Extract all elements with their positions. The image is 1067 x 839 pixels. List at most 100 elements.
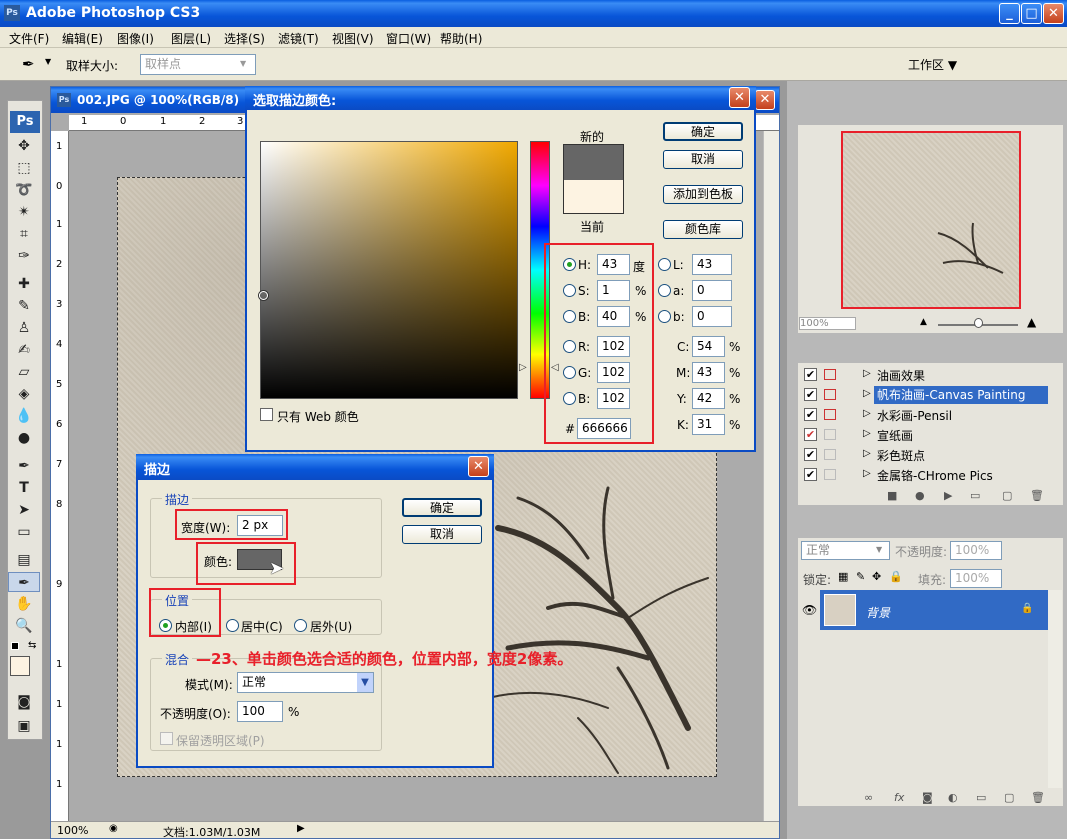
- action-dialog-icon[interactable]: [824, 449, 836, 460]
- eraser-tool-icon[interactable]: ▱: [8, 362, 40, 382]
- document-scrollbar[interactable]: [763, 131, 779, 821]
- new-set-icon[interactable]: ▭: [970, 489, 980, 502]
- status-zoom[interactable]: 100%: [57, 824, 88, 837]
- action-check[interactable]: ✔: [804, 428, 817, 441]
- foreground-color-swatch[interactable]: [10, 656, 30, 676]
- picker-ok-button[interactable]: 确定: [663, 122, 743, 141]
- magic-wand-tool-icon[interactable]: ✴: [8, 202, 40, 222]
- crop-tool-icon[interactable]: ⌗: [8, 224, 40, 244]
- menu-help[interactable]: 帮助(H): [440, 30, 482, 47]
- opacity-input[interactable]: 100: [237, 701, 283, 722]
- layer-opacity-input[interactable]: 100%: [950, 541, 1002, 560]
- action-dialog-icon[interactable]: [824, 389, 836, 400]
- current-color-swatch[interactable]: [563, 180, 624, 214]
- close-button[interactable]: ✕: [1043, 3, 1064, 24]
- menu-filter[interactable]: 滤镜(T): [278, 30, 319, 47]
- record-icon[interactable]: ●: [915, 489, 925, 502]
- eyedropper-tool-preset-icon[interactable]: ✒: [22, 55, 35, 73]
- action-check[interactable]: ✔: [804, 368, 817, 381]
- minimize-button[interactable]: _: [999, 3, 1020, 24]
- action-check[interactable]: ✔: [804, 448, 817, 461]
- mode-dropdown-icon[interactable]: ▼: [357, 673, 373, 692]
- move-tool-icon[interactable]: ✥: [8, 136, 40, 156]
- visibility-eye-icon[interactable]: 👁: [802, 603, 817, 617]
- healing-tool-icon[interactable]: ✚: [8, 274, 40, 294]
- document-close-button[interactable]: ✕: [755, 90, 775, 110]
- action-row[interactable]: ✔ ▷ 宣纸画: [799, 425, 1064, 445]
- center-radio[interactable]: [226, 619, 239, 632]
- shape-tool-icon[interactable]: ▭: [8, 522, 40, 542]
- navigator-thumbnail[interactable]: [841, 131, 1021, 309]
- layer-style-icon[interactable]: fx: [894, 791, 904, 804]
- color-picker-close-button[interactable]: ✕: [729, 87, 750, 108]
- fill-input[interactable]: 100%: [950, 569, 1002, 588]
- screen-mode-icon[interactable]: ▣: [8, 716, 40, 736]
- menu-edit[interactable]: 编辑(E): [62, 30, 103, 47]
- quick-mask-icon[interactable]: ◙: [8, 692, 40, 712]
- action-row[interactable]: ✔ ▷ 金属铬-CHrome Pics: [799, 465, 1064, 485]
- link-layers-icon[interactable]: ∞: [864, 791, 873, 804]
- menu-layer[interactable]: 图层(L): [171, 30, 211, 47]
- stamp-tool-icon[interactable]: ♙: [8, 318, 40, 338]
- expand-arrow-icon[interactable]: ▷: [863, 368, 871, 379]
- lock-image-icon[interactable]: ✎: [856, 570, 865, 583]
- dodge-tool-icon[interactable]: ●: [8, 428, 40, 448]
- delete-action-icon[interactable]: 🗑: [1030, 489, 1044, 502]
- path-select-icon[interactable]: ➤: [8, 500, 40, 520]
- preserve-transparency-checkbox[interactable]: [160, 732, 173, 745]
- expand-arrow-icon[interactable]: ▷: [863, 468, 871, 479]
- b-input[interactable]: 0: [692, 306, 732, 327]
- lightness-radio[interactable]: [658, 258, 671, 271]
- expand-arrow-icon[interactable]: ▷: [863, 448, 871, 459]
- zoom-tool-icon[interactable]: 🔍: [8, 616, 40, 636]
- sample-size-select[interactable]: 取样点: [140, 54, 256, 75]
- sample-size-arrow-icon[interactable]: ▼: [240, 59, 246, 68]
- pen-tool-icon[interactable]: ✒: [8, 456, 40, 476]
- mode-select[interactable]: 正常: [237, 672, 374, 693]
- action-row[interactable]: ✔ ▷ 水彩画-Pensil: [799, 405, 1064, 425]
- layer-mask-icon[interactable]: ◙: [922, 791, 933, 804]
- default-colors-icon[interactable]: [11, 642, 19, 650]
- blend-mode-arrow-icon[interactable]: ▼: [876, 545, 882, 554]
- new-group-icon[interactable]: ▭: [976, 791, 986, 804]
- lock-transparent-icon[interactable]: ▦: [838, 570, 848, 583]
- action-dialog-icon[interactable]: [824, 469, 836, 480]
- action-dialog-icon[interactable]: [824, 369, 836, 380]
- menu-image[interactable]: 图像(I): [117, 30, 154, 47]
- stop-icon[interactable]: ■: [887, 489, 897, 502]
- maximize-button[interactable]: □: [1021, 3, 1042, 24]
- layer-thumbnail[interactable]: [824, 594, 856, 626]
- picker-cancel-button[interactable]: 取消: [663, 150, 743, 169]
- action-row[interactable]: ✔ ▷ 油画效果: [799, 365, 1064, 385]
- color-field-cursor[interactable]: [259, 291, 268, 300]
- a-radio[interactable]: [658, 284, 671, 297]
- navigator-zoom-field[interactable]: 100%: [799, 317, 856, 330]
- status-info-icon[interactable]: ◉: [109, 823, 118, 834]
- action-row[interactable]: ✔ ▷ 帆布油画-Canvas Painting: [799, 385, 1064, 405]
- new-layer-icon[interactable]: ▢: [1004, 791, 1014, 804]
- menu-file[interactable]: 文件(F): [9, 30, 49, 47]
- delete-layer-icon[interactable]: 🗑: [1031, 791, 1045, 804]
- a-input[interactable]: 0: [692, 280, 732, 301]
- zoom-slider-thumb[interactable]: [974, 318, 983, 328]
- slice-tool-icon[interactable]: ✑: [8, 246, 40, 266]
- zoom-in-icon[interactable]: ▲: [1027, 315, 1036, 329]
- tool-preset-arrow-icon[interactable]: ▼: [45, 57, 51, 66]
- workspace-menu[interactable]: 工作区 ▼: [908, 56, 957, 73]
- new-action-icon[interactable]: ▢: [1002, 489, 1012, 502]
- yellow-input[interactable]: 42: [692, 388, 725, 409]
- adjustment-layer-icon[interactable]: ◐: [948, 791, 958, 804]
- lock-position-icon[interactable]: ✥: [872, 570, 881, 583]
- expand-arrow-icon[interactable]: ▷: [863, 428, 871, 439]
- black-input[interactable]: 31: [692, 414, 725, 435]
- status-menu-arrow-icon[interactable]: ▶: [297, 823, 305, 834]
- outside-radio[interactable]: [294, 619, 307, 632]
- paint-bucket-icon[interactable]: ◈: [8, 384, 40, 404]
- swap-colors-icon[interactable]: ⇆: [28, 640, 36, 651]
- brush-tool-icon[interactable]: ✎: [8, 296, 40, 316]
- menu-select[interactable]: 选择(S): [224, 30, 265, 47]
- add-to-swatches-button[interactable]: 添加到色板: [663, 185, 743, 204]
- lightness-input[interactable]: 43: [692, 254, 732, 275]
- action-dialog-icon[interactable]: [824, 409, 836, 420]
- menu-window[interactable]: 窗口(W): [386, 30, 431, 47]
